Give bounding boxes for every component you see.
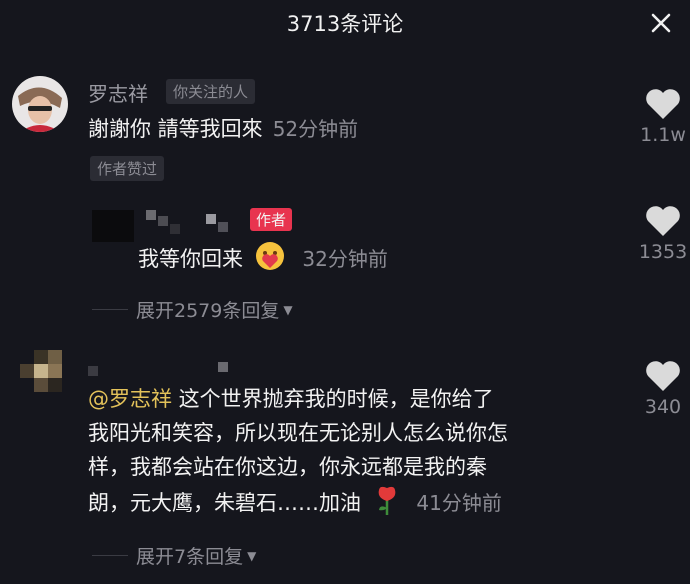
expand-replies-button[interactable]: 展开2579条回复 ▼ xyxy=(92,296,293,323)
expand-replies-label: 展开2579条回复 xyxy=(136,300,280,322)
comment-line: @罗志祥 这个世界抛弃我的时候，是你给了 xyxy=(88,382,628,416)
comment-line: 朗，元大鹰，朱碧石……加油 41分钟前 xyxy=(88,484,628,520)
comment-body: 这个世界抛弃我的时候，是你给了 xyxy=(172,387,494,411)
commenter-name-blurred[interactable] xyxy=(88,360,248,380)
reply-name-blurred[interactable] xyxy=(146,210,246,236)
like-button[interactable]: 340 xyxy=(628,360,690,418)
expand-replies-button[interactable]: 展开7条回复 ▼ xyxy=(92,542,256,569)
comment-body: 朗，元大鹰，朱碧石……加油 xyxy=(88,491,361,515)
chevron-down-icon: ▼ xyxy=(283,302,293,317)
comment-time: 52分钟前 xyxy=(272,117,359,141)
reply-time: 32分钟前 xyxy=(302,247,388,271)
author-badge: 作者 xyxy=(250,208,293,231)
heart-face-emoji-icon xyxy=(255,242,284,270)
rose-emoji-icon xyxy=(378,486,396,515)
chevron-down-icon: ▼ xyxy=(247,548,257,563)
heart-icon xyxy=(646,89,680,119)
reply-avatar-blurred[interactable] xyxy=(92,210,134,242)
mention-link[interactable]: @罗志祥 xyxy=(88,387,172,411)
page-title: 3713条评论 xyxy=(286,12,404,36)
commenter-name[interactable]: 罗志祥 xyxy=(88,78,148,107)
heart-icon xyxy=(646,206,680,236)
reply-text: 我等你回来 32分钟前 xyxy=(138,240,388,276)
reply-like-count: 1353 xyxy=(638,241,688,263)
comment-line: 我阳光和笑容，所以现在无论别人怎么说你怎 xyxy=(88,421,508,445)
like-count: 340 xyxy=(644,396,682,418)
reply-body: 我等你回来 xyxy=(138,247,243,271)
follow-badge: 你关注的人 xyxy=(166,79,256,104)
expand-replies-label: 展开7条回复 xyxy=(136,546,244,568)
like-button[interactable]: 1.1w xyxy=(628,88,690,146)
reply-like-button[interactable]: 1353 xyxy=(628,205,690,263)
comment-line: 样，我都会站在你这边，你永远都是我的秦 xyxy=(88,455,487,479)
avatar-blurred[interactable] xyxy=(14,350,70,406)
like-count: 1.1w xyxy=(640,124,686,146)
comment-text: 謝謝你 請等我回來 52分钟前 xyxy=(88,112,358,146)
heart-icon xyxy=(646,361,680,391)
comment-body: 謝謝你 請等我回來 xyxy=(88,117,263,141)
author-liked-badge: 作者赞过 xyxy=(90,156,165,181)
avatar[interactable] xyxy=(12,76,68,132)
comment-time: 41分钟前 xyxy=(416,491,502,515)
comment-text: @罗志祥 这个世界抛弃我的时候，是你给了 我阳光和笑容，所以现在无论别人怎么说你… xyxy=(88,382,628,520)
close-button[interactable] xyxy=(646,8,676,38)
close-icon xyxy=(651,13,671,33)
